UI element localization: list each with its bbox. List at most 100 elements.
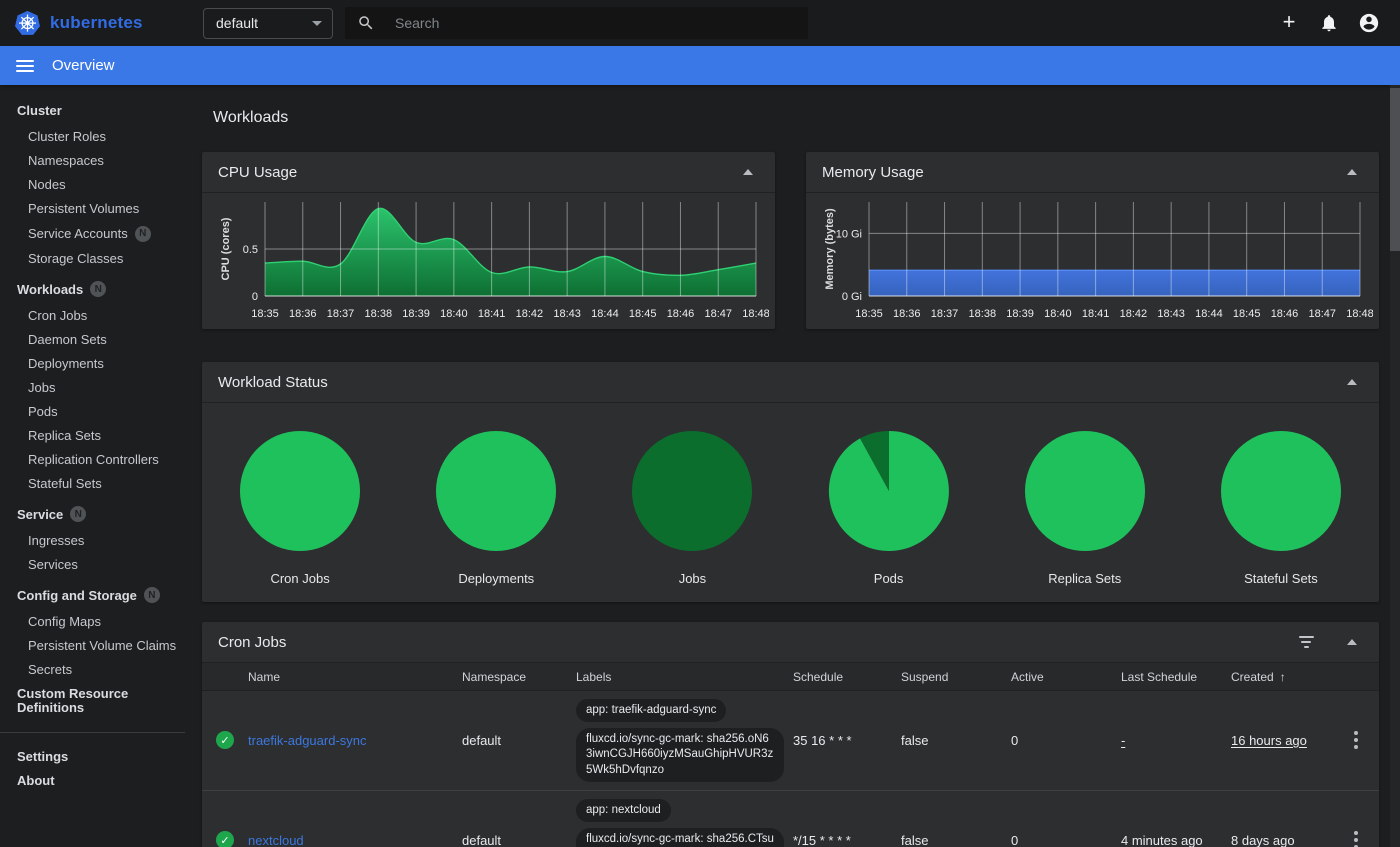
svg-text:18:46: 18:46 bbox=[667, 308, 695, 320]
column-header-namespace[interactable]: Namespace bbox=[462, 670, 576, 684]
chevron-down-icon bbox=[312, 20, 322, 26]
workload-status-pies: Cron Jobs Deployments Jobs Pods Replica Sets… bbox=[202, 403, 1379, 586]
cron-jobs-title: Cron Jobs bbox=[218, 633, 287, 651]
vertical-scrollbar-track bbox=[1390, 85, 1400, 847]
sidebar-divider bbox=[0, 732, 185, 733]
sidebar-item-nodes[interactable]: Nodes bbox=[0, 173, 185, 197]
collapse-button[interactable] bbox=[1341, 371, 1363, 393]
svg-text:18:39: 18:39 bbox=[1006, 308, 1034, 320]
sidebar-item-label: Services bbox=[28, 557, 78, 572]
sidebar-group-label: Service bbox=[17, 506, 64, 522]
last-schedule-value[interactable]: 4 minutes ago bbox=[1121, 833, 1203, 847]
last-schedule-value[interactable]: - bbox=[1121, 733, 1125, 748]
sidebar-item-cluster-roles[interactable]: Cluster Roles bbox=[0, 125, 185, 149]
kubernetes-logo-link[interactable]: kubernetes bbox=[14, 10, 179, 37]
svg-text:18:42: 18:42 bbox=[1120, 308, 1148, 320]
svg-text:18:36: 18:36 bbox=[893, 308, 921, 320]
menu-icon[interactable] bbox=[16, 59, 34, 72]
sidebar-item-namespaces[interactable]: Namespaces bbox=[0, 149, 185, 173]
sidebar-item-about[interactable]: About bbox=[0, 769, 185, 793]
namespace-select[interactable]: default bbox=[203, 7, 333, 39]
sidebar-item-label: Cron Jobs bbox=[28, 308, 88, 323]
search-bar[interactable] bbox=[345, 7, 808, 39]
cronjob-name-link[interactable]: nextcloud bbox=[248, 833, 304, 847]
created-value[interactable]: 8 days ago bbox=[1231, 833, 1295, 847]
sidebar-item-ingresses[interactable]: Ingresses bbox=[0, 529, 185, 553]
caret-up-icon bbox=[1347, 639, 1357, 645]
svg-text:18:35: 18:35 bbox=[855, 308, 883, 320]
sidebar-group-custom-resource-definitions[interactable]: Custom Resource Definitions bbox=[0, 682, 185, 720]
sidebar-item-deployments[interactable]: Deployments bbox=[0, 352, 185, 376]
kebab-menu-icon[interactable] bbox=[1344, 728, 1368, 752]
caret-up-icon bbox=[743, 169, 753, 175]
sidebar-item-cron-jobs[interactable]: Cron Jobs bbox=[0, 304, 185, 328]
sidebar-item-services[interactable]: Services bbox=[0, 553, 185, 577]
column-header-last-schedule[interactable]: Last Schedule bbox=[1121, 670, 1231, 684]
notifications-button[interactable] bbox=[1316, 10, 1342, 36]
cron-jobs-table-body: ✓ traefik-adguard-sync default app: traefik… bbox=[202, 691, 1379, 847]
column-header-suspend[interactable]: Suspend bbox=[901, 670, 1011, 684]
sidebar-item-storage-classes[interactable]: Storage Classes bbox=[0, 247, 185, 271]
svg-text:18:44: 18:44 bbox=[591, 308, 619, 320]
memory-usage-card: Memory Usage 0 Gi 10 Gi 18:35 18:36 18:37 18:… bbox=[806, 152, 1379, 329]
workload-status-title: Workload Status bbox=[218, 373, 328, 391]
svg-text:18:45: 18:45 bbox=[629, 308, 657, 320]
kebab-menu-icon[interactable] bbox=[1344, 828, 1368, 847]
svg-text:18:45: 18:45 bbox=[1233, 308, 1261, 320]
sidebar-item-label: Settings bbox=[17, 749, 69, 764]
sidebar-item-pods[interactable]: Pods bbox=[0, 400, 185, 424]
created-value[interactable]: 16 hours ago bbox=[1231, 733, 1307, 748]
account-button[interactable] bbox=[1356, 10, 1382, 36]
column-header-name[interactable]: Name bbox=[248, 670, 462, 684]
column-header-label: Schedule bbox=[793, 669, 844, 684]
sidebar-item-service-accounts[interactable]: Service Accounts N bbox=[0, 221, 185, 247]
table-row: ✓ nextcloud default app: nextcloud fluxcd.io… bbox=[202, 791, 1379, 847]
sidebar-group-service[interactable]: Service N bbox=[0, 499, 185, 529]
sidebar-item-config-maps[interactable]: Config Maps bbox=[0, 610, 185, 634]
column-header-schedule[interactable]: Schedule bbox=[793, 670, 901, 684]
create-resource-button[interactable]: + bbox=[1276, 10, 1302, 36]
sidebar-item-persistent-volume-claims[interactable]: Persistent Volume Claims bbox=[0, 634, 185, 658]
cronjob-name-link[interactable]: traefik-adguard-sync bbox=[248, 733, 367, 748]
column-header-created[interactable]: Created ↑ bbox=[1231, 670, 1333, 684]
plus-icon: + bbox=[1282, 9, 1296, 34]
sidebar-item-label: Replica Sets bbox=[28, 428, 101, 443]
sidebar-item-label: Pods bbox=[28, 404, 58, 419]
vertical-scrollbar-thumb[interactable] bbox=[1390, 88, 1400, 251]
column-header-active[interactable]: Active bbox=[1011, 670, 1121, 684]
sidebar-item-label: Ingresses bbox=[28, 533, 85, 548]
name-cell: traefik-adguard-sync bbox=[248, 733, 462, 748]
sidebar-group-workloads[interactable]: Workloads N bbox=[0, 274, 185, 304]
collapse-button[interactable] bbox=[1341, 161, 1363, 183]
column-header-label: Suspend bbox=[901, 669, 949, 684]
filter-icon[interactable] bbox=[1295, 631, 1317, 653]
cpu-usage-chart: 0 0.5 18:35 18:36 18:37 18:38 18:39 18:40 18:41 1… bbox=[202, 193, 775, 327]
actions-cell bbox=[1333, 728, 1379, 752]
sidebar-item-stateful-sets[interactable]: Stateful Sets bbox=[0, 472, 185, 496]
sidebar-item-label: Replication Controllers bbox=[28, 452, 159, 467]
sidebar-item-replication-controllers[interactable]: Replication Controllers bbox=[0, 448, 185, 472]
column-header-label: Labels bbox=[576, 669, 612, 684]
sidebar-group-cluster[interactable]: Cluster bbox=[0, 96, 185, 125]
sidebar-item-label: Stateful Sets bbox=[28, 476, 102, 491]
new-badge: N bbox=[90, 281, 107, 297]
svg-text:18:41: 18:41 bbox=[478, 308, 506, 320]
sidebar-item-persistent-volumes[interactable]: Persistent Volumes bbox=[0, 197, 185, 221]
sidebar-item-daemon-sets[interactable]: Daemon Sets bbox=[0, 328, 185, 352]
workload-pie-replica-sets: Replica Sets bbox=[987, 430, 1183, 586]
sidebar-item-jobs[interactable]: Jobs bbox=[0, 376, 185, 400]
column-header-labels[interactable]: Labels bbox=[576, 670, 793, 684]
search-input[interactable] bbox=[393, 14, 796, 32]
collapse-button[interactable] bbox=[737, 161, 759, 183]
svg-text:18:42: 18:42 bbox=[516, 308, 544, 320]
page-app-bar-title: Overview bbox=[52, 57, 115, 74]
namespace-cell: default bbox=[462, 732, 502, 748]
svg-text:18:36: 18:36 bbox=[289, 308, 317, 320]
sidebar-group-config-and-storage[interactable]: Config and Storage N bbox=[0, 580, 185, 610]
memory-card-title: Memory Usage bbox=[822, 163, 924, 181]
sidebar-item-secrets[interactable]: Secrets bbox=[0, 658, 185, 682]
collapse-button[interactable] bbox=[1341, 631, 1363, 653]
svg-text:10 Gi: 10 Gi bbox=[836, 228, 862, 240]
sidebar-item-replica-sets[interactable]: Replica Sets bbox=[0, 424, 185, 448]
sidebar-item-settings[interactable]: Settings bbox=[0, 745, 185, 769]
